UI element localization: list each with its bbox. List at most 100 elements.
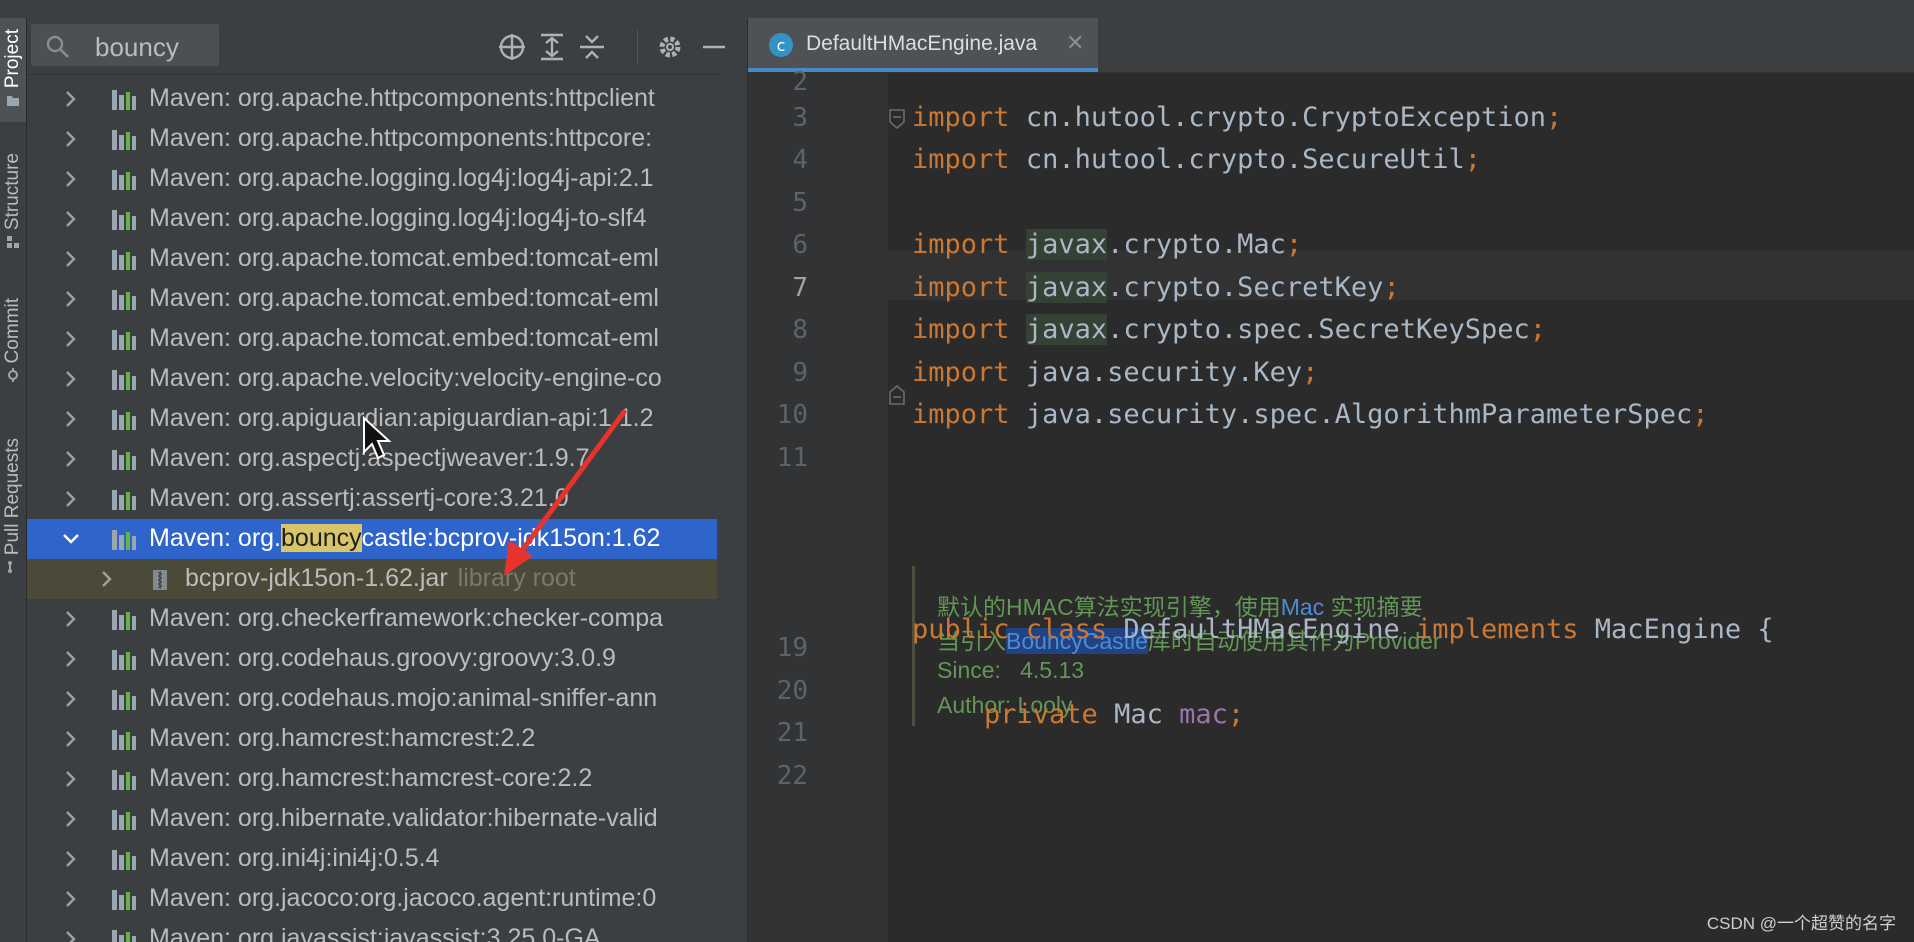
label-text: Maven: org.hamcrest:hamcrest-core:2.2 xyxy=(149,764,593,792)
tree-row-library[interactable]: Maven: org.assertj:assertj-core:3.21.0 xyxy=(27,479,717,519)
line-number: 5 xyxy=(792,188,808,218)
fold-marker-icon[interactable] xyxy=(888,384,906,406)
code-line[interactable]: import cn.hutool.crypto.SecureUtil; xyxy=(912,144,1481,175)
speed-search-field[interactable]: bouncy xyxy=(31,24,219,66)
tree-row-library[interactable]: Maven: org.hibernate.validator:hibernate… xyxy=(27,799,717,839)
code-line[interactable]: private Mac mac; xyxy=(984,699,1244,730)
chevron-right-icon[interactable] xyxy=(61,447,81,471)
stripe-tab-label: Structure xyxy=(2,153,23,231)
chevron-right-icon[interactable] xyxy=(61,647,81,671)
line-number-current: 7 xyxy=(792,273,808,303)
tree-row-library[interactable]: Maven: org.apache.logging.log4j:log4j-ap… xyxy=(27,159,717,199)
line-number: 11 xyxy=(776,443,808,473)
code-line[interactable]: import java.security.Key; xyxy=(912,357,1318,388)
chevron-right-icon[interactable] xyxy=(61,767,81,791)
chevron-right-icon[interactable] xyxy=(61,687,81,711)
code-line[interactable]: import javax.crypto.spec.SecretKeySpec; xyxy=(912,314,1546,345)
label-text: Maven: org.assertj:assertj-core:3.21.0 xyxy=(149,484,569,512)
chevron-right-icon[interactable] xyxy=(97,567,117,591)
close-icon[interactable]: ✕ xyxy=(1066,30,1084,56)
project-tree[interactable]: Maven: org.apache.httpcomponents:httpcli… xyxy=(27,74,747,942)
code-line[interactable]: import cn.hutool.crypto.CryptoException; xyxy=(912,102,1562,133)
tree-row-library[interactable]: Maven: org.checkerframework:checker-comp… xyxy=(27,599,717,639)
chevron-right-icon[interactable] xyxy=(61,127,81,151)
tree-row-library[interactable]: Maven: org.apache.tomcat.embed:tomcat-em… xyxy=(27,319,717,359)
tree-row-library[interactable]: Maven: org.apiguardian:apiguardian-api:1… xyxy=(27,399,717,439)
minimize-icon[interactable] xyxy=(699,32,729,62)
line-number: 3 xyxy=(792,103,808,133)
chevron-right-icon[interactable] xyxy=(61,727,81,751)
code-line[interactable]: import javax.crypto.Mac; xyxy=(912,229,1302,260)
fold-marker-icon[interactable] xyxy=(888,108,906,130)
collapse-all-icon[interactable] xyxy=(577,32,607,62)
stripe-tab-commit[interactable]: Commit xyxy=(0,286,26,398)
tree-row-library[interactable]: Maven: org.javassist:javassist:3.25.0-GA xyxy=(27,919,717,942)
tree-row-jar[interactable]: bcprov-jdk15on-1.62.jar library root xyxy=(27,559,717,599)
project-scrollbar[interactable] xyxy=(719,74,747,942)
tree-row-library[interactable]: Maven: org.hamcrest:hamcrest:2.2 xyxy=(27,719,717,759)
chevron-right-icon[interactable] xyxy=(61,807,81,831)
label-text: Maven: org.ini4j:ini4j:0.5.4 xyxy=(149,844,440,872)
keyword: import xyxy=(912,314,1010,345)
library-icon xyxy=(112,450,136,470)
label-text: castle:bcprov-jdk15on:1.62 xyxy=(361,524,661,552)
project-panel: bouncy Maven: org.apache.httpcomponents:… xyxy=(27,18,747,942)
tree-row-library[interactable]: Maven: org.apache.httpcomponents:httpcor… xyxy=(27,119,717,159)
code-line[interactable]: import javax.crypto.SecretKey; xyxy=(912,272,1400,303)
tool-window-stripe: Project Structure Commit Pull Requests xyxy=(0,18,27,942)
tree-row-library[interactable]: Maven: org.apache.httpcomponents:httpcli… xyxy=(27,79,717,119)
search-value: bouncy xyxy=(95,32,179,62)
tree-row-label: Maven: org.apiguardian:apiguardian-api:1… xyxy=(149,404,717,433)
crosshair-icon[interactable] xyxy=(497,32,527,62)
tree-row-library[interactable]: Maven: org.apache.velocity:velocity-engi… xyxy=(27,359,717,399)
tree-row-library[interactable]: Maven: org.apache.logging.log4j:log4j-to… xyxy=(27,199,717,239)
gear-icon[interactable] xyxy=(655,32,685,62)
code-line[interactable]: import java.security.spec.AlgorithmParam… xyxy=(912,399,1709,430)
chevron-right-icon[interactable] xyxy=(61,887,81,911)
chevron-right-icon[interactable] xyxy=(61,607,81,631)
tree-row-library[interactable]: Maven: org.ini4j:ini4j:0.5.4 xyxy=(27,839,717,879)
project-toolbar: bouncy xyxy=(27,18,747,75)
chevron-right-icon[interactable] xyxy=(61,167,81,191)
line-number: 21 xyxy=(776,718,808,748)
tree-row-label: Maven: org.apache.httpcomponents:httpcor… xyxy=(149,124,717,153)
tree-row-library[interactable]: Maven: org.codehaus.mojo:animal-sniffer-… xyxy=(27,679,717,719)
chevron-right-icon[interactable] xyxy=(61,487,81,511)
library-icon xyxy=(112,650,136,670)
chevron-right-icon[interactable] xyxy=(61,407,81,431)
editor-tab[interactable]: c DefaultHMacEngine.java ✕ xyxy=(748,18,1098,72)
stripe-tab-project[interactable]: Project xyxy=(0,18,26,122)
chevron-right-icon[interactable] xyxy=(61,87,81,111)
library-icon xyxy=(112,530,136,550)
code-line[interactable]: public class DefaultHMacEngine implement… xyxy=(912,614,1774,645)
chevron-right-icon[interactable] xyxy=(61,367,81,391)
label-text: Maven: org.apache.httpcomponents:httpcor… xyxy=(149,124,653,152)
tree-row-label: Maven: org.ini4j:ini4j:0.5.4 xyxy=(149,844,717,873)
line-number: 8 xyxy=(792,315,808,345)
code-text: cn.hutool.crypto.SecureUtil xyxy=(1025,144,1465,175)
expand-all-icon[interactable] xyxy=(537,32,567,62)
chevron-right-icon[interactable] xyxy=(61,287,81,311)
label-text: Maven: org. xyxy=(149,524,282,552)
unused-package: javax xyxy=(1025,314,1108,345)
chevron-right-icon[interactable] xyxy=(61,847,81,871)
keyword: private xyxy=(984,699,1098,730)
tree-row-library[interactable]: Maven: org.hamcrest:hamcrest-core:2.2 xyxy=(27,759,717,799)
semicolon: ; xyxy=(1383,272,1400,303)
chevron-down-icon[interactable] xyxy=(61,527,81,551)
tree-row-library[interactable]: Maven: org.codehaus.groovy:groovy:3.0.9 xyxy=(27,639,717,679)
stripe-tab-structure[interactable]: Structure xyxy=(0,143,26,263)
tree-row-library[interactable]: Maven: org.aspectj:aspectjweaver:1.9.7 xyxy=(27,439,717,479)
tree-row-library[interactable]: Maven: org.bouncycastle:bcprov-jdk15on:1… xyxy=(27,519,717,559)
stripe-tab-label: Commit xyxy=(2,298,23,364)
stripe-tab-pull-requests[interactable]: Pull Requests xyxy=(0,418,26,598)
tree-row-library[interactable]: Maven: org.jacoco:org.jacoco.agent:runti… xyxy=(27,879,717,919)
chevron-right-icon[interactable] xyxy=(61,207,81,231)
semicolon: ; xyxy=(1464,144,1481,175)
chevron-right-icon[interactable] xyxy=(61,247,81,271)
tree-row-library[interactable]: Maven: org.apache.tomcat.embed:tomcat-em… xyxy=(27,239,717,279)
code-text: .crypto.spec.SecretKeySpec xyxy=(1107,314,1530,345)
chevron-right-icon[interactable] xyxy=(61,927,81,942)
tree-row-library[interactable]: Maven: org.apache.tomcat.embed:tomcat-em… xyxy=(27,279,717,319)
chevron-right-icon[interactable] xyxy=(61,327,81,351)
